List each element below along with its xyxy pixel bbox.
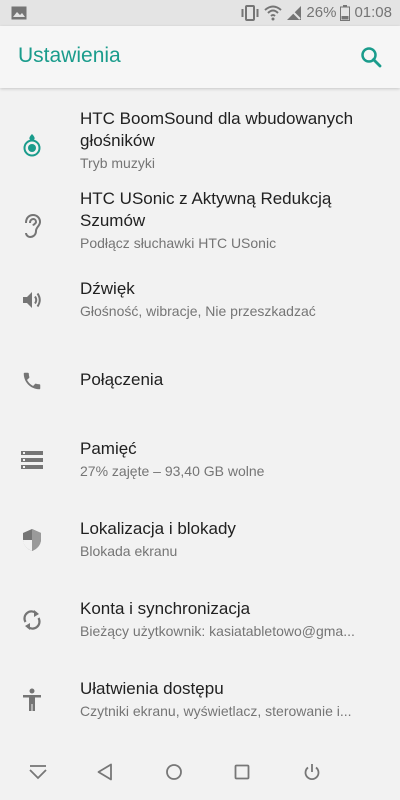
- setting-item-calls[interactable]: Połączenia: [0, 358, 400, 408]
- battery-icon: [340, 4, 351, 21]
- setting-title: Ułatwienia dostępu: [80, 679, 224, 698]
- setting-item-usonic[interactable]: HTC USonic z Aktywną Redukcją Szumów Pod…: [0, 184, 400, 254]
- no-signal-icon: [286, 5, 302, 21]
- setting-subtitle: Blokada ekranu: [80, 543, 178, 559]
- navigation-bar: [0, 744, 400, 800]
- status-bar: 26% 01:08: [0, 0, 400, 26]
- recents-button[interactable]: [229, 759, 255, 785]
- setting-subtitle: Bieżący użytkownik: kasiatabletowo@gma..…: [80, 623, 355, 639]
- sync-icon: [18, 606, 46, 634]
- image-icon: [11, 6, 27, 20]
- collapse-button[interactable]: [25, 759, 51, 785]
- boomsound-icon: [18, 132, 46, 160]
- home-icon: [166, 764, 182, 780]
- page-title: Ustawienia: [18, 44, 121, 67]
- setting-title: Pamięć: [80, 439, 137, 458]
- setting-item-security[interactable]: Lokalizacja i blokady Blokada ekranu: [0, 516, 400, 576]
- setting-subtitle: 27% zajęte – 93,40 GB wolne: [80, 463, 265, 479]
- setting-subtitle: Tryb muzyki: [80, 155, 155, 171]
- back-button[interactable]: [92, 759, 118, 785]
- back-icon: [97, 763, 112, 781]
- collapse-icon: [29, 765, 47, 780]
- setting-title: HTC USonic z Aktywną Redukcją Szumów: [80, 189, 332, 230]
- ear-icon: [18, 212, 46, 240]
- setting-item-accessibility[interactable]: Ułatwienia dostępu Czytniki ekranu, wyśw…: [0, 676, 400, 736]
- setting-item-storage[interactable]: Pamięć 27% zajęte – 93,40 GB wolne: [0, 436, 400, 496]
- setting-item-accounts[interactable]: Konta i synchronizacja Bieżący użytkowni…: [0, 596, 400, 656]
- setting-title: Połączenia: [80, 370, 164, 389]
- setting-title: Dźwięk: [80, 279, 135, 298]
- accessibility-icon: [18, 686, 46, 714]
- clock: 01:08: [354, 4, 392, 21]
- recents-icon: [234, 764, 250, 780]
- app-bar: Ustawienia: [0, 26, 400, 88]
- search-button[interactable]: [356, 42, 386, 72]
- shield-icon: [18, 526, 46, 554]
- setting-subtitle: Podłącz słuchawki HTC USonic: [80, 235, 277, 251]
- setting-title: Konta i synchronizacja: [80, 599, 251, 618]
- power-icon: [304, 764, 320, 781]
- search-icon: [361, 47, 382, 68]
- setting-subtitle: Czytniki ekranu, wyświetlacz, sterowanie…: [80, 703, 352, 719]
- setting-subtitle: Głośność, wibracje, Nie przeszkadzać: [80, 303, 316, 319]
- volume-icon: [18, 286, 46, 314]
- battery-percent: 26%: [306, 4, 337, 21]
- storage-icon: [18, 446, 46, 474]
- wifi-icon: [264, 5, 283, 21]
- setting-item-sound[interactable]: Dźwięk Głośność, wibracje, Nie przeszkad…: [0, 276, 400, 336]
- setting-title: Lokalizacja i blokady: [80, 519, 236, 538]
- power-button[interactable]: [299, 759, 325, 785]
- home-button[interactable]: [161, 759, 187, 785]
- setting-title: HTC BoomSound dla wbudowanych głośników: [80, 109, 354, 150]
- setting-item-boomsound[interactable]: HTC BoomSound dla wbudowanych głośników …: [0, 104, 400, 174]
- vibrate-icon: [240, 4, 260, 21]
- phone-icon: [18, 367, 46, 395]
